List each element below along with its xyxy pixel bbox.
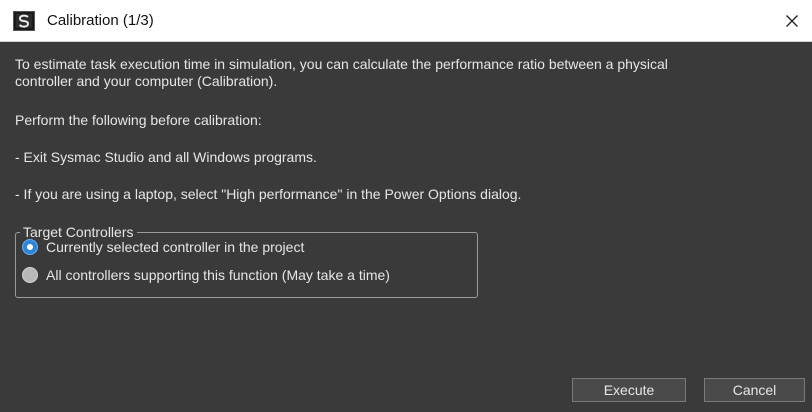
radio-current-controller[interactable]: Currently selected controller in the pro…: [22, 237, 304, 257]
radio-all-controllers[interactable]: All controllers supporting this function…: [22, 265, 390, 285]
close-button[interactable]: [772, 0, 812, 41]
step-high-performance: - If you are using a laptop, select "Hig…: [15, 186, 522, 202]
radio-unselected-icon: [22, 267, 38, 283]
title-bar: Calibration (1/3): [0, 0, 812, 42]
execute-button[interactable]: Execute: [572, 378, 686, 402]
sysmac-studio-icon: [13, 11, 35, 31]
step-exit-programs: - Exit Sysmac Studio and all Windows pro…: [15, 149, 317, 165]
radio-current-controller-label: Currently selected controller in the pro…: [46, 239, 305, 255]
radio-selected-icon: [22, 239, 38, 255]
radio-all-controllers-label: All controllers supporting this function…: [46, 267, 390, 283]
calibration-dialog: Calibration (1/3) To estimate task execu…: [0, 0, 812, 412]
cancel-button[interactable]: Cancel: [704, 378, 805, 402]
close-icon: [786, 14, 798, 27]
intro-text-line-1: To estimate task execution time in simul…: [15, 56, 668, 72]
perform-heading: Perform the following before calibration…: [15, 112, 262, 128]
target-controllers-group: Target Controllers: [15, 224, 478, 298]
intro-text-line-2: controller and your computer (Calibratio…: [15, 73, 278, 89]
dialog-title: Calibration (1/3): [47, 12, 154, 29]
